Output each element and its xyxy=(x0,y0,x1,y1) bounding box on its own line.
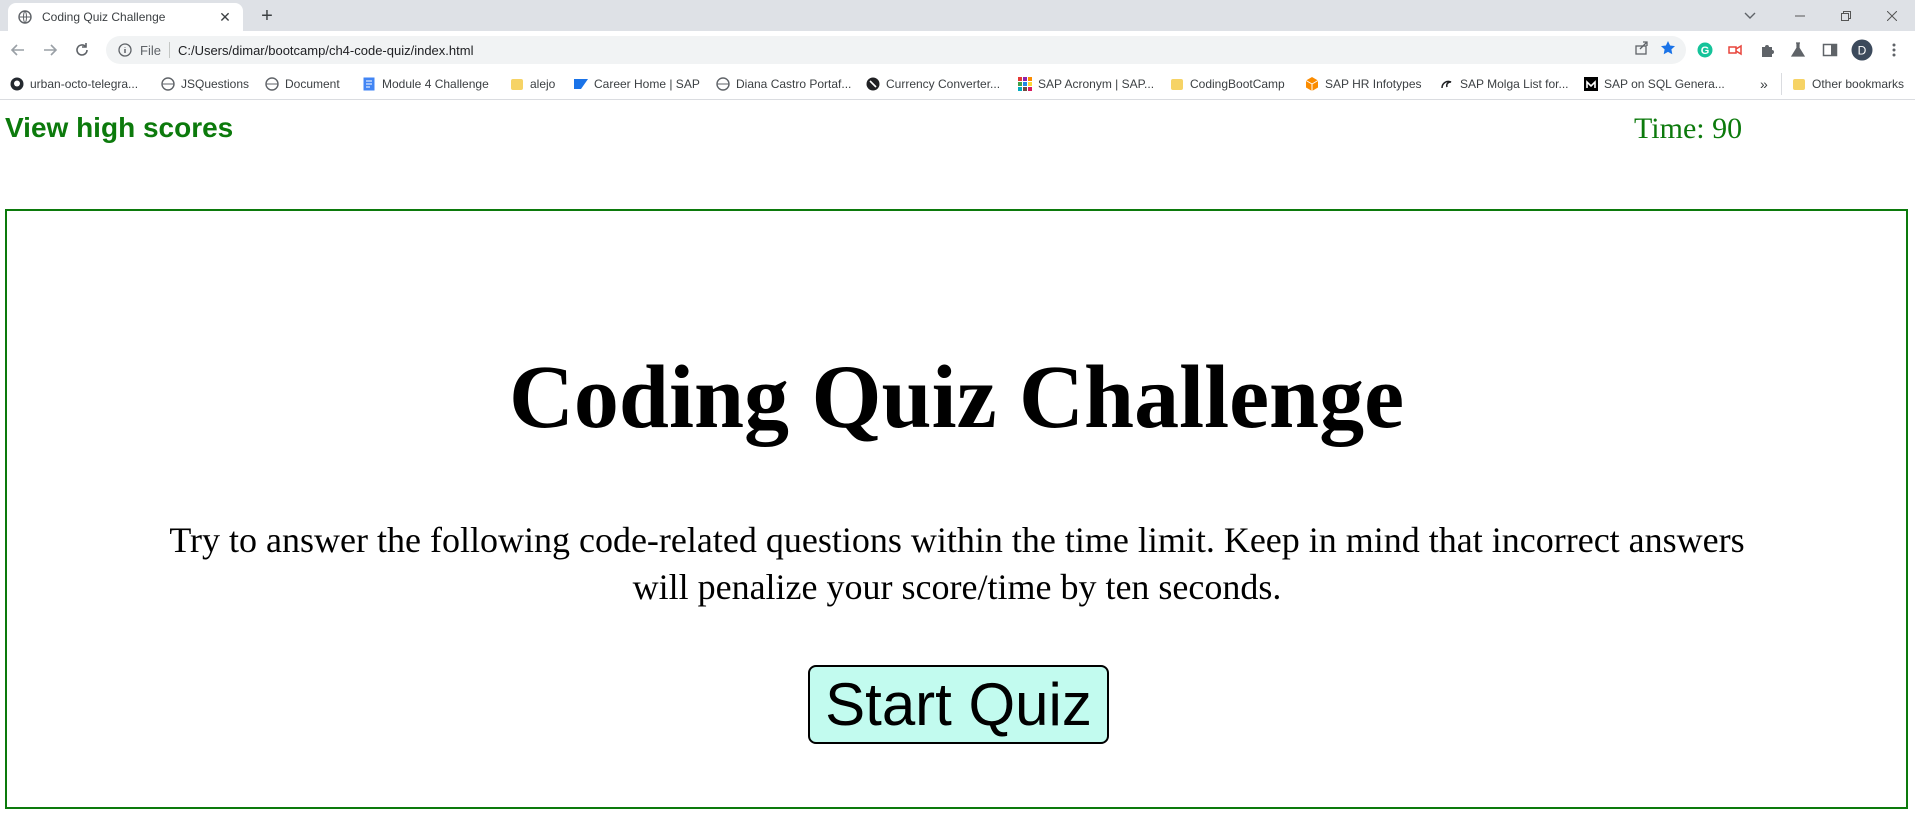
folder-icon xyxy=(1792,77,1806,91)
tab-title: Coding Quiz Challenge xyxy=(42,10,166,24)
other-bookmarks[interactable]: Other bookmarks xyxy=(1792,75,1904,93)
bookmark-label: JSQuestions xyxy=(181,77,250,91)
bookmark-item[interactable]: alejo xyxy=(510,75,555,93)
forward-arrow-icon[interactable] xyxy=(38,38,62,62)
side-panel-icon[interactable] xyxy=(1818,38,1842,62)
bookmark-item[interactable]: JSQuestions xyxy=(161,75,249,93)
sap-logo-icon xyxy=(574,77,588,91)
divider xyxy=(1781,73,1782,95)
bookmark-item[interactable]: Career Home | SAP xyxy=(574,75,700,93)
chevron-down-icon[interactable] xyxy=(1738,4,1762,28)
tab-strip: Coding Quiz Challenge ✕ + xyxy=(0,0,1915,31)
globe-icon xyxy=(716,77,730,91)
bookmark-label: Diana Castro Portaf... xyxy=(736,77,852,91)
bookmark-label: Currency Converter... xyxy=(886,77,1001,91)
share-icon[interactable] xyxy=(1634,40,1650,61)
restore-icon[interactable] xyxy=(1823,0,1869,31)
bookmark-item[interactable]: Module 4 Challenge xyxy=(362,75,489,93)
globe-icon xyxy=(161,77,175,91)
bookmark-label: Document xyxy=(285,77,340,91)
bookmark-item[interactable]: Currency Converter... xyxy=(866,75,1000,93)
quiz-title: Coding Quiz Challenge xyxy=(508,348,1405,447)
timer: Time: 90 xyxy=(1634,112,1743,145)
info-icon[interactable] xyxy=(118,43,132,57)
page-content: View high scores Time: 90 Coding Quiz Ch… xyxy=(0,100,1915,838)
folder-icon xyxy=(1170,77,1184,91)
cube-icon xyxy=(1305,77,1319,91)
divider xyxy=(168,42,170,58)
minimize-icon[interactable] xyxy=(1777,0,1823,31)
flask-icon[interactable] xyxy=(1786,38,1810,62)
star-icon[interactable] xyxy=(1660,40,1676,61)
bookmark-item[interactable]: SAP on SQL Genera... xyxy=(1584,75,1725,93)
close-icon[interactable]: ✕ xyxy=(217,9,233,26)
m-logo-icon xyxy=(1584,77,1598,91)
bookmark-label: Other bookmarks xyxy=(1812,77,1905,91)
reload-icon[interactable] xyxy=(70,38,94,62)
swirl-icon xyxy=(1440,77,1454,91)
bookmark-item[interactable]: SAP HR Infotypes xyxy=(1305,75,1422,93)
scheme-label: File xyxy=(140,42,161,58)
currency-icon xyxy=(866,77,880,91)
bookmark-label: SAP Acronym | SAP... xyxy=(1038,77,1155,91)
bookmark-label: urban-octo-telegra... xyxy=(30,77,139,91)
bookmark-label: SAP Molga List for... xyxy=(1460,77,1569,91)
globe-icon xyxy=(265,77,279,91)
bookmark-item[interactable]: Document xyxy=(265,75,340,93)
folder-icon xyxy=(510,77,524,91)
back-arrow-icon[interactable] xyxy=(6,38,30,62)
bookmark-label: Module 4 Challenge xyxy=(382,77,489,91)
bookmark-label: CodingBootCamp xyxy=(1190,77,1285,91)
close-icon[interactable] xyxy=(1869,0,1915,31)
start-quiz-button[interactable]: Start Quiz xyxy=(808,665,1109,744)
browser-tab[interactable]: Coding Quiz Challenge ✕ xyxy=(8,3,243,31)
bookmark-item[interactable]: Diana Castro Portaf... xyxy=(716,75,851,93)
svg-text:G: G xyxy=(1701,45,1710,57)
url-text[interactable]: C:/Users/dimar/bootcamp/ch4-code-quiz/in… xyxy=(178,43,474,58)
globe-icon xyxy=(18,10,32,24)
bookmark-label: Career Home | SAP xyxy=(594,77,700,91)
document-icon xyxy=(362,77,376,91)
kebab-menu-icon[interactable] xyxy=(1882,38,1906,62)
bookmark-item[interactable]: urban-octo-telegra... xyxy=(10,75,138,93)
bookmarks-bar: urban-octo-telegra... JSQuestions Docume… xyxy=(0,69,1915,100)
address-bar[interactable]: File C:/Users/dimar/bootcamp/ch4-code-qu… xyxy=(106,36,1686,64)
bookmark-item[interactable]: CodingBootCamp xyxy=(1170,75,1285,93)
grid-icon xyxy=(1018,77,1032,91)
view-high-scores-link[interactable]: View high scores xyxy=(5,112,233,144)
bookmark-item[interactable]: SAP Molga List for... xyxy=(1440,75,1569,93)
bookmark-label: alejo xyxy=(530,77,556,91)
profile-initial: D xyxy=(1858,44,1867,58)
quiz-container: Coding Quiz Challenge Try to answer the … xyxy=(5,209,1908,809)
more-bookmarks-label: » xyxy=(1760,76,1768,92)
bookmark-label: SAP on SQL Genera... xyxy=(1604,77,1725,91)
more-bookmarks-button[interactable]: » xyxy=(1760,75,1768,93)
window-controls xyxy=(1777,0,1915,31)
record-extension-icon[interactable] xyxy=(1723,38,1747,62)
grammarly-icon[interactable]: G xyxy=(1693,38,1717,62)
browser-toolbar: File C:/Users/dimar/bootcamp/ch4-code-qu… xyxy=(0,31,1915,69)
github-icon xyxy=(10,77,24,91)
quiz-description: Try to answer the following code-related… xyxy=(169,520,1745,607)
bookmark-item[interactable]: SAP Acronym | SAP... xyxy=(1018,75,1154,93)
bookmark-label: SAP HR Infotypes xyxy=(1325,77,1422,91)
plus-icon[interactable]: + xyxy=(255,4,279,28)
puzzle-icon[interactable] xyxy=(1755,38,1779,62)
profile-avatar[interactable]: D xyxy=(1850,38,1874,62)
